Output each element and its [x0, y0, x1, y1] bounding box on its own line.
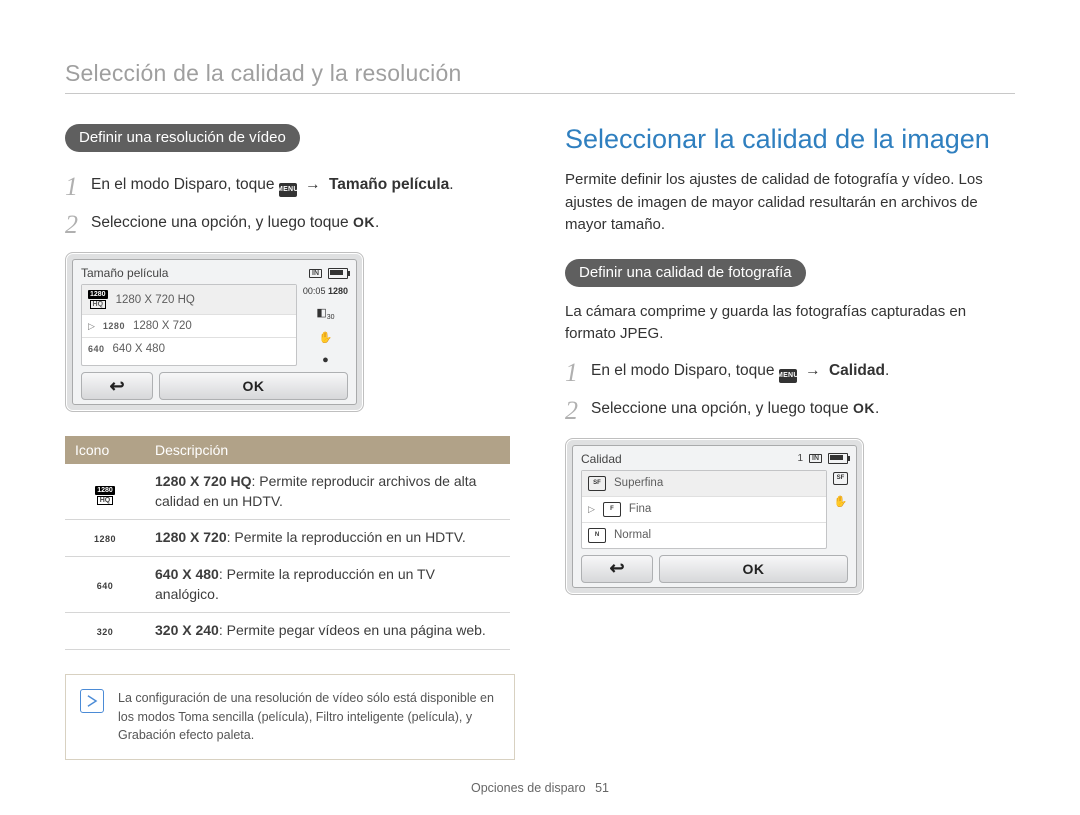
- arrow-icon: →: [801, 362, 825, 379]
- row-bold: 640 X 480: [155, 566, 219, 582]
- device-video-size: Tamaño película IN 1280HQ 1280 X 720 HQ: [65, 252, 364, 412]
- option-label: 1280 X 720: [133, 320, 192, 332]
- ok-icon: OK: [853, 400, 875, 416]
- pill-photo-quality: Definir una calidad de fotografía: [565, 259, 806, 287]
- col-left: Definir una resolución de vídeo 1 En el …: [65, 124, 515, 760]
- exposure-icon: ◧30: [316, 306, 334, 321]
- lcd-title: Calidad: [581, 452, 622, 466]
- row-bold: 1280 X 720: [155, 529, 227, 545]
- intro2-text: La cámara comprime y guarda las fotograf…: [565, 301, 1015, 346]
- in-chip-icon: IN: [809, 454, 822, 463]
- size-icon-1280: 1280: [94, 534, 116, 544]
- th-desc: Descripción: [145, 436, 510, 464]
- r-step1-text: En el modo Disparo, toque MENU → Calidad…: [591, 360, 889, 383]
- quality-icon-f: F: [603, 502, 621, 517]
- footer-page: 51: [595, 781, 609, 795]
- option-label: Fina: [629, 503, 651, 515]
- menu-icon: MENU: [279, 183, 297, 197]
- option-label: Superfina: [614, 477, 663, 489]
- r-step1-target: Calidad: [829, 362, 885, 379]
- size-icon-1280: 1280: [103, 321, 125, 331]
- status-time: 00:05 1280: [303, 286, 348, 296]
- row-text: : Permite pegar vídeos en una página web…: [219, 622, 486, 638]
- battery-icon: [328, 268, 348, 279]
- size-icon-320: 320: [97, 627, 114, 637]
- mic-icon: ●: [322, 354, 329, 366]
- device-quality: Calidad 1 IN SF Superfina: [565, 438, 864, 595]
- r-step2-pre: Seleccione una opción, y luego toque: [591, 400, 853, 417]
- size-icon-640: 640: [97, 581, 114, 591]
- quality-icon-sf: SF: [588, 476, 606, 491]
- note-icon: [80, 689, 104, 713]
- intro-text: Permite definir los ajustes de calidad d…: [565, 169, 1015, 237]
- table-row: 320 320 X 240: Permite pegar vídeos en u…: [65, 613, 510, 650]
- option-fina[interactable]: ▷ F Fina: [582, 497, 826, 523]
- footer-chapter: Opciones de disparo: [471, 781, 586, 795]
- step2-pre: Seleccione una opción, y luego toque: [91, 214, 353, 231]
- col-right: Seleccionar la calidad de la imagen Perm…: [565, 124, 1015, 760]
- option-label: Normal: [614, 529, 651, 541]
- size-icon-640: 640: [88, 344, 105, 354]
- in-chip-icon: IN: [309, 269, 322, 278]
- battery-icon: [828, 453, 848, 464]
- option-normal[interactable]: N Normal: [582, 523, 826, 548]
- ok-button[interactable]: OK: [659, 555, 848, 583]
- step-number: 2: [65, 212, 91, 238]
- step-number: 1: [565, 360, 591, 386]
- note-text: La configuración de una resolución de ví…: [118, 689, 500, 745]
- page-footer: Opciones de disparo 51: [0, 781, 1080, 795]
- pill-video-res: Definir una resolución de vídeo: [65, 124, 300, 152]
- step1-text: En el modo Disparo, toque MENU → Tamaño …: [91, 174, 454, 197]
- size-icon-1280hq: 1280HQ: [88, 290, 108, 309]
- option-1280x720[interactable]: ▷ 1280 1280 X 720: [82, 315, 296, 338]
- table-row: 640 640 X 480: Permite la reproducción e…: [65, 556, 510, 612]
- option-label: 1280 X 720 HQ: [116, 294, 195, 306]
- table-row: 1280HQ 1280 X 720 HQ: Permite reproducir…: [65, 464, 510, 520]
- option-label: 640 X 480: [113, 343, 165, 355]
- menu-icon: MENU: [779, 369, 797, 383]
- option-1280x720hq[interactable]: 1280HQ 1280 X 720 HQ: [82, 285, 296, 315]
- quality-icon-n: N: [588, 528, 606, 543]
- step1-pre: En el modo Disparo, toque: [91, 176, 279, 193]
- status-count: 1: [797, 453, 803, 464]
- lcd-side-icons: 00:05 1280 ◧30 ✋ ●: [303, 284, 348, 366]
- back-button[interactable]: ↩: [81, 372, 153, 400]
- caret-icon: ▷: [588, 504, 595, 515]
- resolution-table: Icono Descripción 1280HQ 1280 X 720 HQ: …: [65, 436, 510, 650]
- back-button[interactable]: ↩: [581, 555, 653, 583]
- stabilizer-icon: ✋: [319, 331, 333, 344]
- step1-target: Tamaño película: [329, 176, 449, 193]
- ok-icon: OK: [353, 214, 375, 230]
- r-step2-text: Seleccione una opción, y luego toque OK.: [591, 398, 879, 420]
- step2-text: Seleccione una opción, y luego toque OK.: [91, 212, 379, 234]
- lcd-side-icons: SF ✋: [833, 470, 848, 549]
- size-icon-1280hq: 1280HQ: [95, 486, 115, 505]
- quality-options: SF Superfina ▷ F Fina N Normal: [581, 470, 827, 549]
- r-step1-pre: En el modo Disparo, toque: [591, 362, 779, 379]
- th-icon: Icono: [65, 436, 145, 464]
- option-640x480[interactable]: 640 640 X 480: [82, 338, 296, 360]
- video-size-options: 1280HQ 1280 X 720 HQ ▷ 1280 1280 X 720 6…: [81, 284, 297, 366]
- breadcrumb: Selección de la calidad y la resolución: [65, 60, 1015, 94]
- caret-icon: ▷: [88, 321, 95, 332]
- step-number: 2: [565, 398, 591, 424]
- quality-status-icon: SF: [833, 472, 848, 485]
- stabilizer-icon: ✋: [834, 495, 848, 508]
- note-box: La configuración de una resolución de ví…: [65, 674, 515, 760]
- section-heading: Seleccionar la calidad de la imagen: [565, 124, 1015, 155]
- ok-button[interactable]: OK: [159, 372, 348, 400]
- row-bold: 1280 X 720 HQ: [155, 473, 252, 489]
- step-number: 1: [65, 174, 91, 200]
- table-row: 1280 1280 X 720: Permite la reproducción…: [65, 520, 510, 557]
- row-text: : Permite la reproducción en un HDTV.: [227, 529, 466, 545]
- arrow-icon: →: [301, 176, 325, 193]
- option-superfina[interactable]: SF Superfina: [582, 471, 826, 497]
- row-bold: 320 X 240: [155, 622, 219, 638]
- lcd-title: Tamaño película: [81, 266, 168, 280]
